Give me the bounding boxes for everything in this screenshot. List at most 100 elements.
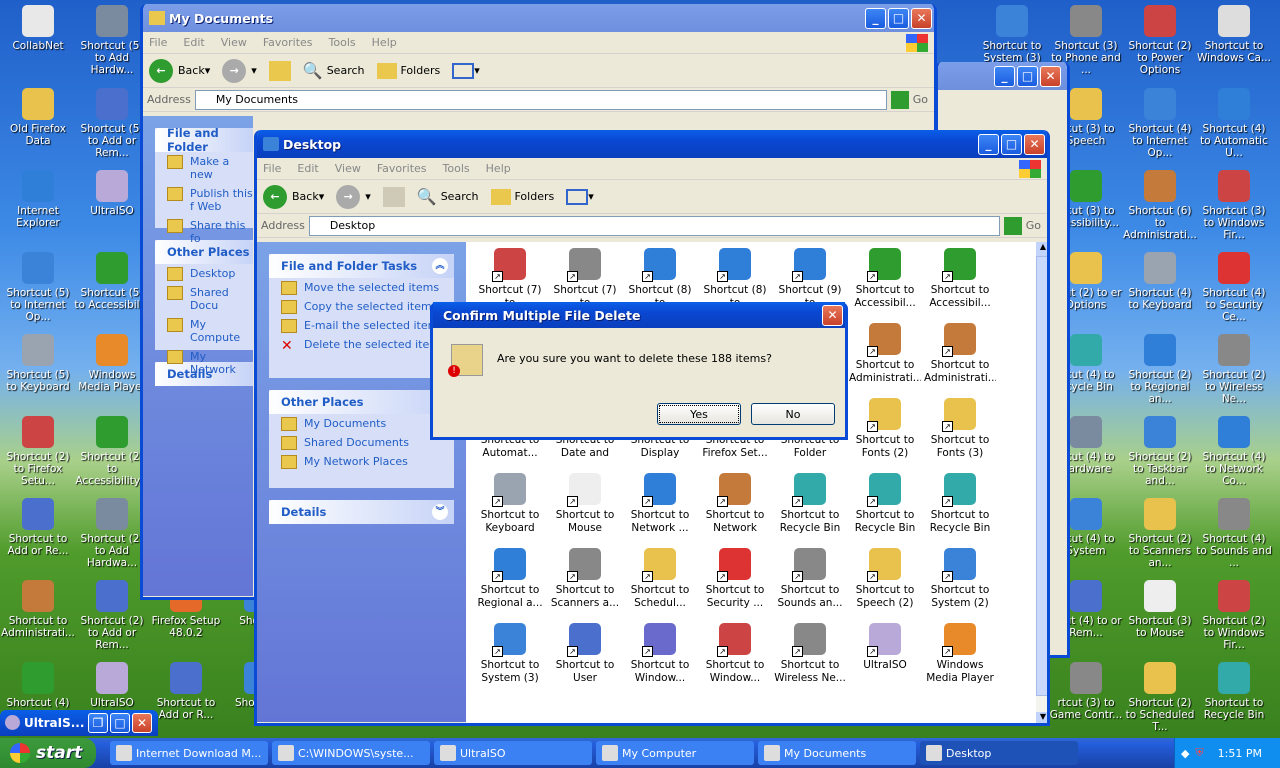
panel-header[interactable]: Details ︾ <box>269 500 454 524</box>
file-item[interactable]: ↗Shortcut (7) to <box>549 248 621 310</box>
file-item[interactable]: ↗ Shortcut to Accessibil... <box>849 248 921 310</box>
scroll-down-button[interactable]: ▼ <box>1036 712 1047 723</box>
task-link[interactable]: Copy the selected items <box>269 297 454 316</box>
security-icon[interactable]: ⛨ <box>1195 746 1203 760</box>
file-item[interactable]: ↗ Shortcut to Mouse <box>549 473 621 535</box>
file-item[interactable]: ↗ Shortcut to Accessibil... <box>924 248 996 310</box>
network-icon[interactable]: ◆ <box>1181 747 1189 760</box>
folders-button[interactable]: Folders <box>490 188 554 205</box>
file-item[interactable]: ↗ Shortcut to Sounds an... <box>774 548 846 610</box>
file-item[interactable]: ↗ Shortcut to Fonts (2) <box>849 398 921 460</box>
close-button[interactable]: ✕ <box>822 304 843 326</box>
desktop-icon[interactable]: Shortcut to System (3) <box>974 5 1050 64</box>
views-button[interactable]: ▾ <box>452 62 480 79</box>
vertical-scrollbar[interactable]: ▲ ▼ <box>1036 242 1047 723</box>
search-button[interactable]: 🔍 Search <box>303 61 365 80</box>
task-link[interactable]: Move the selected items <box>269 278 454 297</box>
task-link[interactable]: Publish this f Web <box>155 184 253 216</box>
desktop-icon[interactable]: UltraISO <box>74 170 150 217</box>
desktop-icon[interactable]: Shortcut (5) to Keyboard <box>0 334 76 393</box>
file-item[interactable]: ↗ Shortcut to Administrati... <box>849 323 921 385</box>
panel-header[interactable]: File and Folder Tasks ︽ <box>269 254 454 278</box>
maximize-button[interactable]: □ <box>110 713 130 733</box>
desktop-icon[interactable]: Old Firefox Data <box>0 88 76 147</box>
desktop-icon[interactable]: Shortcut (2) to Windows Fir... <box>1196 580 1272 651</box>
close-button[interactable]: ✕ <box>911 7 932 29</box>
close-button[interactable]: ✕ <box>132 713 152 733</box>
file-item[interactable]: ↗ Shortcut to Speech (2) <box>849 548 921 610</box>
desktop-icon[interactable]: Shortcut (6) to Administrati... <box>1122 170 1198 241</box>
desktop-icon[interactable]: rtcut (3) to Game Contr... <box>1048 662 1124 721</box>
desktop-icon[interactable]: Shortcut (5) to Internet Op... <box>0 252 76 323</box>
no-button[interactable]: No <box>751 403 835 425</box>
place-link[interactable]: Shared Documents <box>269 433 454 452</box>
desktop-icon[interactable]: Shortcut (2) to Wireless Ne... <box>1196 334 1272 405</box>
minimize-button[interactable]: _ <box>865 7 886 29</box>
task-link[interactable]: ✕ Delete the selected items <box>269 335 454 354</box>
desktop-icon[interactable]: Shortcut to Add or R... <box>148 662 224 721</box>
desktop-icon[interactable]: Shortcut (2) to Regional an... <box>1122 334 1198 405</box>
menu-file[interactable]: File <box>149 36 167 49</box>
expand-icon[interactable]: ︾ <box>432 504 448 520</box>
desktop-icon[interactable]: Shortcut to Add or Re... <box>0 498 76 557</box>
maximize-button[interactable]: □ <box>1001 133 1022 155</box>
clock[interactable]: 1:51 PM <box>1218 747 1262 760</box>
place-link[interactable]: My Network <box>155 347 253 379</box>
menu-help[interactable]: Help <box>372 36 397 49</box>
desktop-titlebar[interactable]: Desktop _ □ ✕ <box>257 130 1047 158</box>
desktop-icon[interactable]: Shortcut (2) to Add Hardwa... <box>74 498 150 569</box>
forward-button[interactable]: → ▾ <box>222 58 257 83</box>
taskbar-button[interactable]: UltraISO <box>434 741 592 765</box>
desktop-icon[interactable]: Shortcut (4) to Security Ce... <box>1196 252 1272 323</box>
go-button[interactable]: Go <box>890 90 928 109</box>
desktop-icon[interactable]: Shortcut (2) to Add or Rem... <box>74 580 150 651</box>
desktop-icon[interactable]: Shortcut (2) to Accessibility... <box>74 416 150 487</box>
file-item[interactable]: ↗ Windows Media Player <box>924 623 996 685</box>
place-link[interactable]: My Documents <box>269 414 454 433</box>
back-button[interactable]: ← Back ▾ <box>149 58 210 83</box>
desktop-icon[interactable]: Shortcut to Windows Ca... <box>1196 5 1272 64</box>
desktop-icon[interactable]: Shortcut (4) to Internet Op... <box>1122 88 1198 159</box>
maximize-button[interactable]: □ <box>1017 65 1038 87</box>
desktop-icon[interactable]: Shortcut (2) to Taskbar and... <box>1122 416 1198 487</box>
taskbar-button[interactable]: My Computer <box>596 741 754 765</box>
place-link[interactable]: Shared Docu <box>155 283 253 315</box>
go-button[interactable]: Go <box>1003 216 1041 235</box>
file-item[interactable]: ↗ Shortcut to System (3) <box>474 623 546 685</box>
task-link[interactable]: Share this fo <box>155 216 253 248</box>
desktop-icon[interactable]: Shortcut to Administrati... <box>0 580 76 639</box>
file-item[interactable]: ↗Shortcut (7) to <box>474 248 546 310</box>
file-item[interactable]: ↗ Shortcut to Regional a... <box>474 548 546 610</box>
forward-button[interactable]: → ▾ <box>336 184 371 209</box>
background-titlebar[interactable]: _ □ ✕ <box>938 62 1067 90</box>
up-button[interactable] <box>268 60 291 81</box>
address-input[interactable]: My Documents <box>194 89 887 110</box>
file-item[interactable]: ↗ Shortcut to Network ... <box>624 473 696 535</box>
file-item[interactable]: ↗ Shortcut to Recycle Bin (2) <box>849 473 921 535</box>
file-item[interactable]: ↗Shortcut (8) to <box>699 248 771 310</box>
desktop-icon[interactable]: Shortcut (2) to Power Options <box>1122 5 1198 76</box>
file-item[interactable]: ↗ Shortcut to Scanners a... <box>549 548 621 610</box>
search-button[interactable]: 🔍 Search <box>417 187 479 206</box>
desktop-icon[interactable]: Windows Media Player <box>74 334 150 393</box>
file-item[interactable]: ↗Shortcut (9) to <box>774 248 846 310</box>
file-item[interactable]: ↗ Shortcut to Network Set... <box>699 473 771 535</box>
back-button[interactable]: ← Back ▾ <box>263 184 324 209</box>
place-link[interactable]: My Compute <box>155 315 253 347</box>
start-button[interactable]: start <box>0 738 96 768</box>
taskbar-button[interactable]: My Documents <box>758 741 916 765</box>
desktop-icon[interactable]: Shortcut (5) to Accessibil... <box>74 252 150 311</box>
menu-edit[interactable]: Edit <box>297 162 318 175</box>
task-link[interactable]: E-mail the selected items <box>269 316 454 335</box>
menu-file[interactable]: File <box>263 162 281 175</box>
panel-header[interactable]: File and Folder <box>155 126 253 154</box>
taskbar-button[interactable]: Desktop <box>920 741 1078 765</box>
panel-header[interactable]: Other Places <box>269 390 454 414</box>
desktop-icon[interactable]: Shortcut (5) to Add or Rem... <box>74 88 150 159</box>
desktop-icon[interactable]: Shortcut (5) to Add Hardw... <box>74 5 150 76</box>
minimized-window[interactable]: UltraIS... ❐ □ ✕ <box>0 710 158 736</box>
file-item[interactable]: ↗ Shortcut to Fonts (3) <box>924 398 996 460</box>
menu-edit[interactable]: Edit <box>183 36 204 49</box>
restore-button[interactable]: ❐ <box>88 713 108 733</box>
menu-tools[interactable]: Tools <box>443 162 470 175</box>
